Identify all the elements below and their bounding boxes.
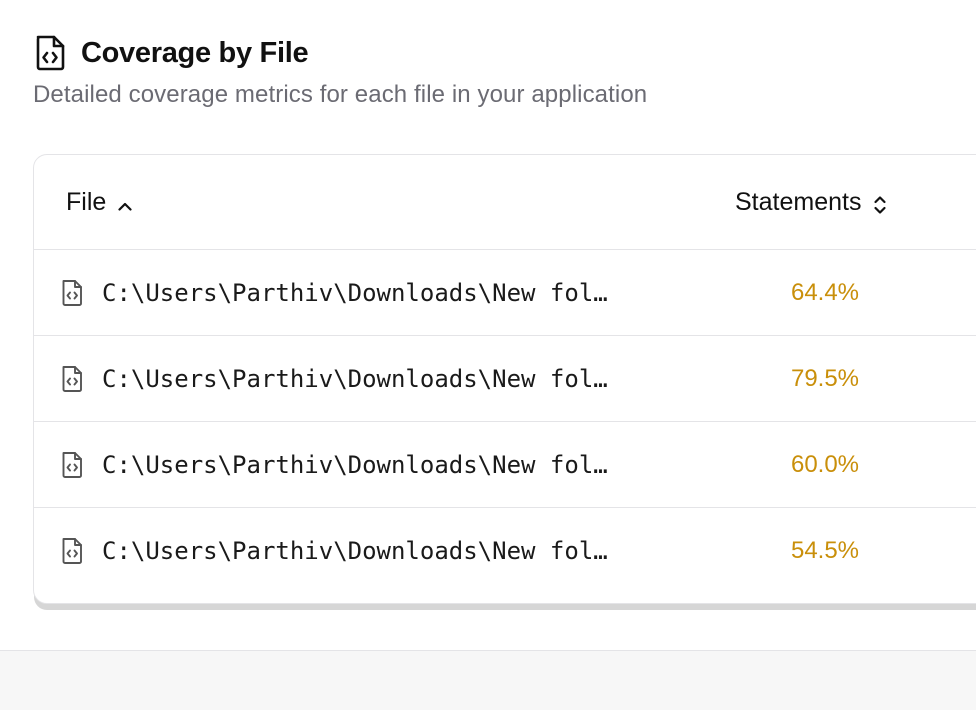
statements-percentage: 79.5%	[790, 365, 860, 392]
coverage-table: File Statements C:\Users\Parthiv\Downloa…	[33, 154, 976, 604]
page-title: Coverage by File	[81, 36, 309, 69]
page-subtitle: Detailed coverage metrics for each file …	[33, 81, 648, 108]
card-header: Coverage by File Detailed coverage metri…	[33, 34, 647, 109]
table-row[interactable]: C:\Users\Parthiv\Downloads\New fol… 64.4…	[34, 250, 976, 336]
file-path: C:\Users\Parthiv\Downloads\New fol…	[102, 537, 608, 565]
file-cell: C:\Users\Parthiv\Downloads\New fol…	[60, 336, 700, 422]
column-header-statements-label: Statements	[735, 188, 862, 216]
file-code-icon	[60, 451, 84, 479]
chevron-up-icon	[116, 194, 134, 212]
statements-percentage: 64.4%	[790, 279, 860, 306]
table-row[interactable]: C:\Users\Parthiv\Downloads\New fol… 54.5…	[34, 508, 976, 594]
chevrons-up-down-icon	[871, 194, 889, 214]
table-row[interactable]: C:\Users\Parthiv\Downloads\New fol… 60.0…	[34, 422, 976, 508]
table-row[interactable]: C:\Users\Parthiv\Downloads\New fol… 79.5…	[34, 336, 976, 422]
file-code-icon	[33, 34, 67, 72]
column-header-file-label: File	[66, 188, 107, 216]
file-code-icon	[60, 537, 84, 565]
file-path: C:\Users\Parthiv\Downloads\New fol…	[102, 451, 608, 479]
file-path: C:\Users\Parthiv\Downloads\New fol…	[102, 365, 608, 393]
file-path: C:\Users\Parthiv\Downloads\New fol…	[102, 279, 608, 307]
column-header-statements[interactable]: Statements	[735, 155, 889, 250]
statements-percentage: 60.0%	[790, 451, 860, 478]
file-cell: C:\Users\Parthiv\Downloads\New fol…	[60, 508, 700, 594]
file-code-icon	[60, 365, 84, 393]
statements-percentage: 54.5%	[790, 537, 860, 564]
file-cell: C:\Users\Parthiv\Downloads\New fol…	[60, 422, 700, 508]
title-row: Coverage by File	[33, 34, 647, 72]
column-header-file[interactable]: File	[66, 155, 134, 250]
table-body: C:\Users\Parthiv\Downloads\New fol… 64.4…	[34, 250, 976, 594]
file-code-icon	[60, 279, 84, 307]
table-header: File Statements	[34, 155, 976, 250]
file-cell: C:\Users\Parthiv\Downloads\New fol…	[60, 250, 700, 336]
